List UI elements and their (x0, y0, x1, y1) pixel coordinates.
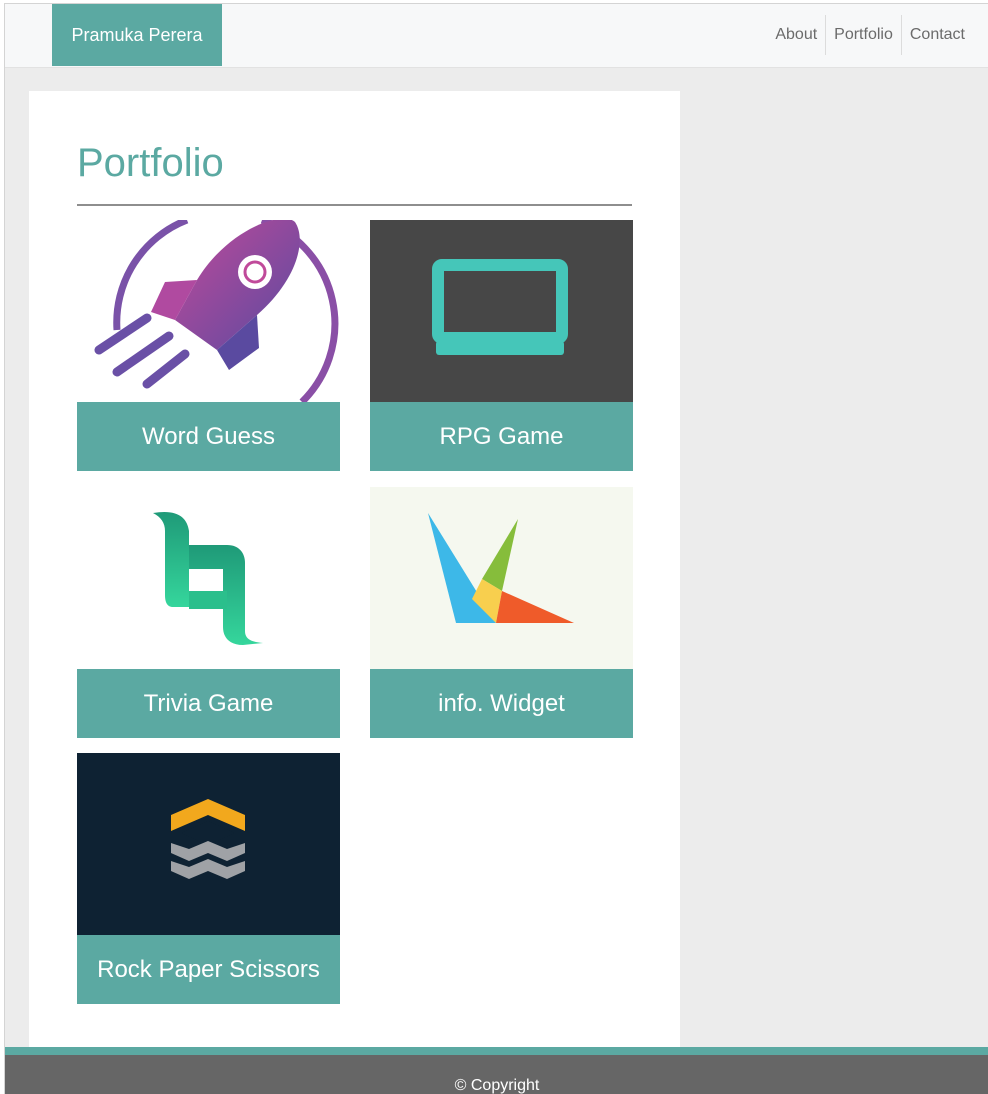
project-tile-trivia-game[interactable]: Trivia Game (77, 487, 340, 738)
footer-accent-bar (5, 1047, 988, 1055)
page-title: Portfolio (77, 141, 224, 185)
project-label: RPG Game (370, 402, 633, 471)
title-divider (77, 204, 632, 206)
nav-link-contact[interactable]: Contact (900, 15, 973, 55)
nav-links: About Portfolio Contact (767, 15, 973, 55)
navbar: Pramuka Perera About Portfolio Contact (5, 4, 988, 68)
nav-link-about[interactable]: About (767, 15, 825, 55)
browser-viewport: Pramuka Perera About Portfolio Contact P… (4, 3, 988, 1094)
project-label: Word Guess (77, 402, 340, 471)
laptop-icon (432, 259, 568, 355)
rocket-icon (94, 220, 339, 402)
q-letter-logo-icon (153, 511, 263, 645)
geometric-triangles-logo-icon (428, 513, 574, 623)
project-tile-rpg-game[interactable]: RPG Game (370, 220, 633, 471)
project-tile-info-widget[interactable]: info. Widget (370, 487, 633, 738)
project-thumbnail (77, 753, 340, 935)
brand-link[interactable]: Pramuka Perera (52, 4, 222, 66)
portfolio-card: Portfolio Word Guess RPG Game Trivia Gam… (29, 91, 680, 1048)
footer: © Copyright (5, 1055, 988, 1094)
project-tile-rock-paper-scissors[interactable]: Rock Paper Scissors (77, 753, 340, 1004)
layered-chevrons-logo-icon (171, 799, 245, 879)
project-tile-word-guess[interactable]: Word Guess (77, 220, 340, 471)
copyright-text: © Copyright (454, 1077, 540, 1094)
nav-link-portfolio[interactable]: Portfolio (825, 15, 901, 55)
project-label: info. Widget (370, 669, 633, 738)
project-label: Trivia Game (77, 669, 340, 738)
project-thumbnail (370, 220, 633, 402)
project-thumbnail (77, 220, 340, 402)
project-label: Rock Paper Scissors (77, 935, 340, 1004)
project-thumbnail (77, 487, 340, 669)
project-thumbnail (370, 487, 633, 669)
